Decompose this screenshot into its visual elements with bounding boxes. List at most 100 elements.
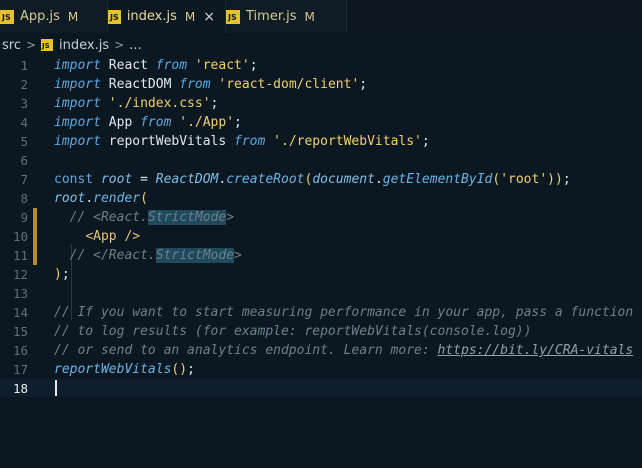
- string: './index.css': [100, 96, 211, 111]
- line-number: 11: [12, 248, 28, 263]
- string: 'react': [187, 58, 250, 73]
- keyword: from: [155, 58, 188, 73]
- keyword: import: [54, 96, 101, 111]
- code-line: 10 <App />: [0, 227, 642, 246]
- editor-tab-bar: JS App.js M JS index.js M × JS Timer.js …: [0, 0, 642, 34]
- punctuation: ): [554, 172, 563, 187]
- variable: document: [312, 172, 375, 187]
- comment: // <React.: [69, 210, 148, 225]
- punctuation: ;: [359, 77, 368, 92]
- comment: >: [226, 210, 235, 225]
- operator: =: [132, 172, 156, 187]
- punctuation: (: [140, 191, 148, 206]
- line-number: 3: [20, 96, 28, 111]
- javascript-file-icon: JS: [0, 9, 14, 24]
- code-line: 4 import App from './App';: [0, 113, 642, 132]
- javascript-file-icon: JS: [226, 9, 240, 24]
- code-line: 17 reportWebVitals();: [0, 360, 642, 379]
- keyword: from: [234, 134, 266, 149]
- code-line: 18: [0, 379, 642, 398]
- comment: >: [234, 248, 242, 263]
- string: 'react-dom/client': [210, 77, 360, 92]
- line-number: 18: [12, 381, 28, 396]
- breadcrumb-more[interactable]: ...: [129, 38, 141, 53]
- keyword: import: [54, 58, 101, 73]
- line-number: 7: [20, 172, 28, 187]
- code-line: 14 // If you want to start measuring per…: [0, 303, 642, 322]
- punctuation: ;: [187, 362, 195, 377]
- punctuation: ;: [234, 115, 242, 130]
- chevron-right-icon: >: [25, 38, 37, 52]
- highlighted-match: StrictMode: [155, 248, 235, 263]
- line-number: 5: [20, 134, 28, 149]
- variable: root: [54, 191, 86, 206]
- punctuation: ;: [61, 267, 70, 282]
- punctuation: (: [492, 172, 501, 187]
- punctuation: .: [85, 191, 94, 206]
- javascript-file-icon: JS: [108, 9, 121, 24]
- function-name: getElementById: [382, 172, 493, 187]
- punctuation: ): [547, 172, 555, 187]
- code-line: 15 // to log results (for example: repor…: [0, 322, 642, 341]
- function-name: render: [93, 191, 141, 206]
- variable: root: [100, 172, 133, 187]
- breadcrumb-file[interactable]: index.js: [59, 38, 109, 53]
- code-line: 5 import reportWebVitals from './reportW…: [0, 132, 642, 151]
- keyword: from: [140, 115, 172, 130]
- tab-label: index.js: [126, 9, 177, 24]
- javascript-file-icon: JS: [41, 39, 54, 51]
- keyword: from: [179, 77, 211, 92]
- keyword: import: [54, 134, 101, 149]
- comment: // to log results (for example: reportWe…: [54, 324, 532, 339]
- identifier: React: [100, 58, 156, 73]
- line-number: 12: [12, 267, 28, 282]
- comment: // or send to an analytics endpoint. Lea…: [54, 343, 438, 358]
- code-line: 2 import ReactDOM from 'react-dom/client…: [0, 75, 642, 94]
- modified-indicator: M: [304, 9, 315, 24]
- modified-indicator: M: [67, 9, 79, 24]
- tab-timer-js[interactable]: JS Timer.js M: [226, 0, 347, 33]
- variable: ReactDOM: [155, 172, 219, 187]
- code-line: 8 root.render(: [0, 189, 642, 208]
- line-number: 14: [12, 305, 28, 320]
- code-line: 13: [0, 284, 642, 303]
- code-line: 3 import './index.css';: [0, 94, 642, 113]
- tab-label: App.js: [20, 9, 60, 24]
- punctuation: (): [171, 362, 188, 377]
- string: './App': [171, 115, 235, 130]
- line-number: 15: [12, 324, 28, 339]
- function-name: createRoot: [226, 172, 305, 187]
- identifier: reportWebVitals: [100, 134, 235, 149]
- identifier: App: [100, 115, 141, 130]
- tab-index-js[interactable]: JS index.js M ×: [108, 0, 226, 33]
- code-line: 6: [0, 151, 642, 170]
- string: 'root': [500, 172, 548, 187]
- line-number: 17: [12, 362, 28, 377]
- close-icon[interactable]: ×: [203, 9, 215, 25]
- function-name: reportWebVitals: [54, 362, 172, 377]
- chevron-right-icon: >: [114, 38, 125, 52]
- breadcrumb-folder[interactable]: src: [2, 38, 21, 53]
- line-number: 1: [20, 58, 28, 73]
- code-line: 9 // <React.StrictMode>: [0, 208, 642, 227]
- keyword: import: [54, 115, 101, 130]
- line-number: 16: [12, 343, 28, 358]
- breadcrumb: src > JS index.js > ...: [0, 34, 642, 56]
- punctuation: ): [54, 267, 62, 282]
- line-number: 9: [20, 210, 28, 225]
- line-number: 10: [12, 229, 28, 244]
- code-line: 11 // </React.StrictMode>: [0, 246, 642, 265]
- line-number: 6: [20, 153, 28, 168]
- code-line: 12 );: [0, 265, 642, 284]
- keyword: const: [54, 172, 94, 187]
- tab-app-js[interactable]: JS App.js M: [0, 0, 108, 33]
- line-number: 4: [20, 115, 28, 130]
- comment-link[interactable]: https://bit.ly/CRA-vitals: [438, 343, 634, 358]
- comment: // </React.: [69, 248, 156, 263]
- tab-label: Timer.js: [246, 9, 297, 24]
- modified-indicator: M: [184, 9, 196, 24]
- comment: // If you want to start measuring perfor…: [54, 305, 634, 320]
- code-line: 16 // or send to an analytics endpoint. …: [0, 341, 642, 360]
- code-line: 1 import React from 'react';: [0, 56, 642, 75]
- code-editor[interactable]: 1 import React from 'react'; 2 import Re…: [0, 56, 642, 468]
